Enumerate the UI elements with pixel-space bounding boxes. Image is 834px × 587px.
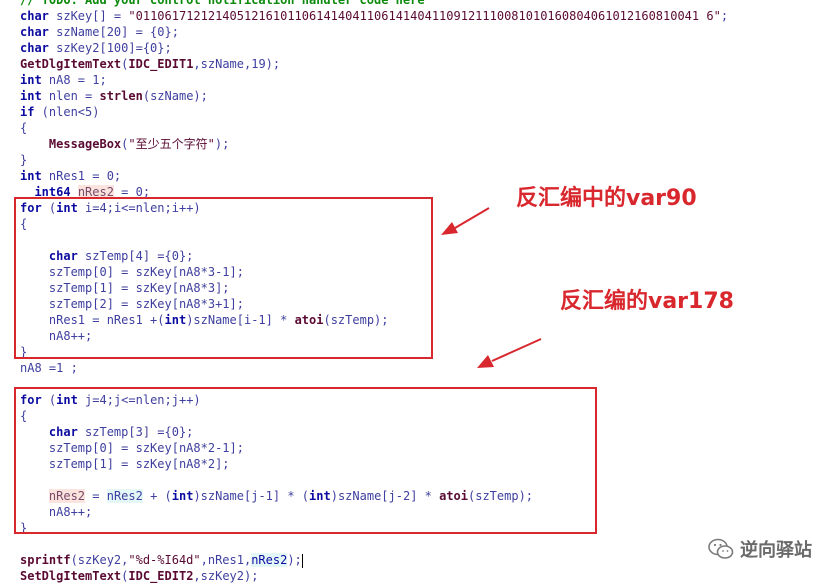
annotation-var178: 反汇编的var178 (560, 289, 734, 314)
wechat-icon (708, 538, 734, 559)
arrow-to-var178-icon (477, 338, 542, 368)
watermark-text: 逆向驿站 (740, 540, 812, 561)
arrow-to-var90-icon (441, 207, 490, 235)
annotation-var90: 反汇编中的var90 (516, 186, 697, 211)
code-editor[interactable]: // TODO: Add your control notification h… (0, 0, 834, 587)
watermark: 逆向驿站 (708, 536, 812, 562)
